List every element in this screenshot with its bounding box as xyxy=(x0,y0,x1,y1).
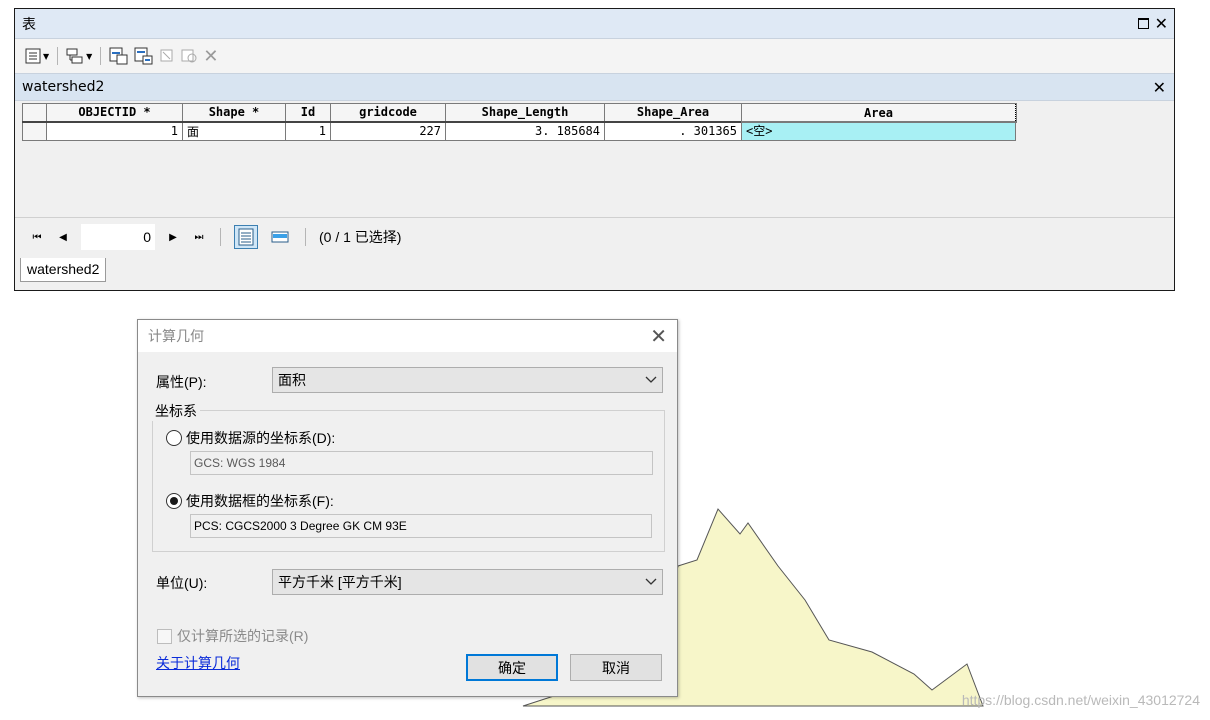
select-by-attributes-button[interactable] xyxy=(109,45,129,67)
selected-records-icon xyxy=(271,231,289,243)
switch-selection-icon xyxy=(134,47,153,65)
dialog-title-bar: 计算几何 ✕ xyxy=(138,320,677,352)
frame-cs-field: PCS: CGCS2000 3 Degree GK CM 93E xyxy=(190,514,652,538)
table-grid-area: OBJECTID * Shape * Id gridcode Shape_Len… xyxy=(15,101,1174,218)
next-record-icon[interactable]: ▶ xyxy=(165,232,181,243)
cancel-button[interactable]: 取消 xyxy=(570,654,662,681)
cell-area[interactable]: <空> xyxy=(741,121,1016,141)
column-header-shape-length[interactable]: Shape_Length xyxy=(445,103,605,123)
sheet-tab-watershed2[interactable]: watershed2 xyxy=(20,258,107,282)
related-tables-icon xyxy=(66,48,83,64)
cell-shape-length[interactable]: 3. 185684 xyxy=(445,121,605,141)
close-window-icon[interactable]: ✕ xyxy=(1155,15,1168,31)
table-tab-title: watershed2 xyxy=(22,79,105,95)
table-window-title: 表 xyxy=(22,16,36,33)
last-record-icon[interactable]: ⏭ xyxy=(191,232,207,243)
clear-selection-button[interactable] xyxy=(159,45,175,67)
unit-label: 单位(U): xyxy=(156,575,208,591)
screen: 表 ✕ ▼ ▼ ✕ watershed2 ✕ OBJECTID * Shape … xyxy=(0,0,1210,720)
related-tables-button[interactable]: ▼ xyxy=(66,45,92,67)
radio-source-label: 使用数据源的坐标系(D): xyxy=(186,430,336,446)
close-icon[interactable]: ✕ xyxy=(650,324,677,349)
attribute-table: OBJECTID * Shape * Id gridcode Shape_Len… xyxy=(22,102,1017,141)
previous-record-icon[interactable]: ◀ xyxy=(55,232,71,243)
close-tab-icon[interactable]: ✕ xyxy=(1153,78,1174,97)
radio-unchecked-icon[interactable] xyxy=(166,430,182,446)
column-header-gridcode[interactable]: gridcode xyxy=(330,103,446,123)
chevron-down-icon: ▼ xyxy=(86,51,93,61)
table-title-bar: 表 ✕ xyxy=(15,9,1174,39)
column-header-objectid[interactable]: OBJECTID * xyxy=(46,103,183,123)
record-navigation-bar: ⏮ ◀ ▶ ⏭ (0 / 1 已选择) xyxy=(15,218,1174,256)
watermark-text: https://blog.csdn.net/weixin_43012724 xyxy=(961,692,1200,708)
ok-button[interactable]: 确定 xyxy=(466,654,558,681)
chevron-down-icon xyxy=(640,376,662,384)
cell-objectid[interactable]: 1 xyxy=(46,121,183,141)
show-selected-records-button[interactable] xyxy=(268,225,292,249)
table-toolbar: ▼ ▼ ✕ xyxy=(15,39,1174,73)
unit-value: 平方千米 [平方千米] xyxy=(278,574,402,590)
dialog-title: 计算几何 xyxy=(148,328,204,344)
table-options-icon xyxy=(25,48,41,64)
column-header-area[interactable]: Area xyxy=(740,102,1017,123)
delete-selected-button[interactable]: ✕ xyxy=(203,45,218,67)
switch-selection-button[interactable] xyxy=(134,45,154,67)
delete-icon: ✕ xyxy=(203,45,219,67)
calculate-geometry-dialog: 计算几何 ✕ 属性(P): 面积 坐标系 使用数据源的坐标系(D): GCS: … xyxy=(137,319,678,697)
table-row[interactable]: 1 面 1 227 3. 185684 . 301365 <空> xyxy=(22,121,1016,141)
unit-select[interactable]: 平方千米 [平方千米] xyxy=(272,569,663,595)
radio-frame-label: 使用数据框的坐标系(F): xyxy=(186,493,334,509)
sheet-tab-strip: watershed2 xyxy=(15,256,1174,287)
row-selector[interactable] xyxy=(22,121,47,141)
only-selected-checkbox[interactable] xyxy=(157,628,172,644)
zoom-to-selected-button[interactable] xyxy=(180,45,198,67)
about-calculate-geometry-link[interactable]: 关于计算几何 xyxy=(156,653,240,673)
table-header-row: OBJECTID * Shape * Id gridcode Shape_Len… xyxy=(22,102,1017,123)
column-header-shape-area[interactable]: Shape_Area xyxy=(604,103,742,123)
chevron-down-icon: ▼ xyxy=(43,51,50,61)
row-header-corner[interactable] xyxy=(22,103,47,123)
selection-status: (0 / 1 已选择) xyxy=(319,229,402,245)
clear-selection-icon xyxy=(160,49,173,62)
cell-gridcode[interactable]: 227 xyxy=(330,121,446,141)
table-tab-header: watershed2 ✕ xyxy=(15,73,1174,101)
cell-id[interactable]: 1 xyxy=(285,121,331,141)
column-header-shape[interactable]: Shape * xyxy=(182,103,286,123)
property-select[interactable]: 面积 xyxy=(272,367,663,393)
only-selected-label: 仅计算所选的记录(R) xyxy=(177,628,309,644)
zoom-to-selected-icon xyxy=(181,49,197,63)
record-number-input[interactable] xyxy=(81,224,155,250)
attribute-table-window: 表 ✕ ▼ ▼ ✕ watershed2 ✕ OBJECTID * Shape … xyxy=(14,8,1175,291)
only-selected-checkbox-row[interactable]: 仅计算所选的记录(R) xyxy=(157,626,308,646)
cell-shape[interactable]: 面 xyxy=(182,121,286,141)
table-options-button[interactable]: ▼ xyxy=(25,45,49,67)
radio-checked-icon[interactable] xyxy=(166,493,182,509)
property-value: 面积 xyxy=(278,372,306,388)
coordinate-system-label: 坐标系 xyxy=(152,401,200,421)
maximize-icon[interactable] xyxy=(1137,18,1149,29)
cell-shape-area[interactable]: . 301365 xyxy=(604,121,742,141)
chevron-down-icon xyxy=(640,578,662,586)
radio-source-cs[interactable]: 使用数据源的坐标系(D): xyxy=(166,428,335,448)
all-records-icon xyxy=(238,228,254,246)
radio-frame-cs[interactable]: 使用数据框的坐标系(F): xyxy=(166,491,334,511)
property-label: 属性(P): xyxy=(156,374,207,390)
first-record-icon[interactable]: ⏮ xyxy=(29,232,45,243)
source-cs-field: GCS: WGS 1984 xyxy=(190,451,653,475)
column-header-id[interactable]: Id xyxy=(285,103,331,123)
select-by-attributes-icon xyxy=(109,47,128,65)
show-all-records-button[interactable] xyxy=(234,225,258,249)
